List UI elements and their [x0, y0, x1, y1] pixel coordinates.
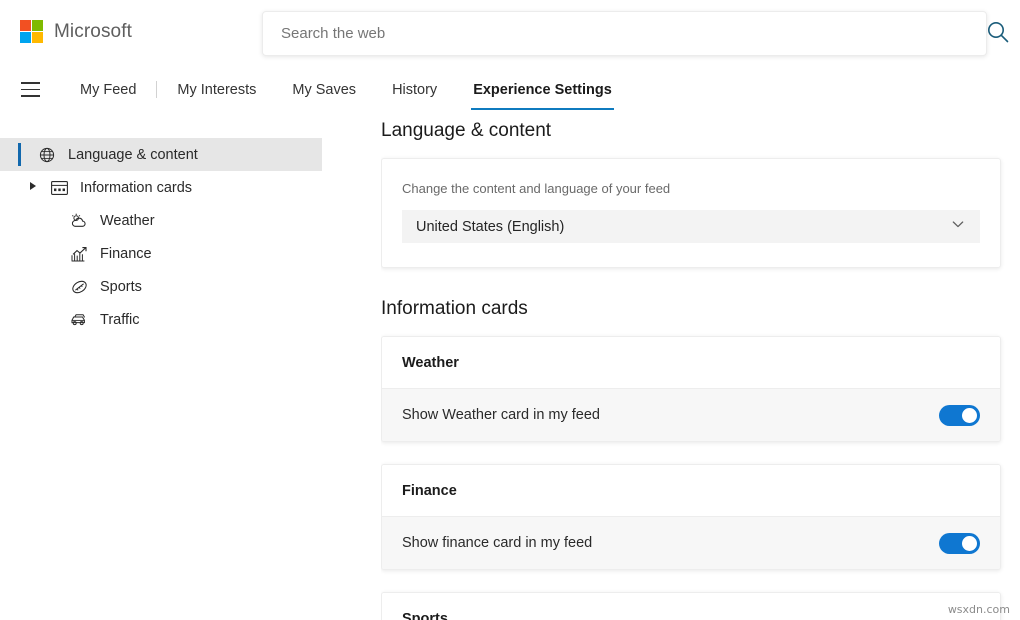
sidebar-item-finance[interactable]: Finance [0, 237, 381, 270]
sidebar-item-label: Language & content [68, 147, 198, 163]
nav-item-history[interactable]: History [390, 76, 439, 104]
nav-item-my-saves[interactable]: My Saves [290, 76, 358, 104]
weather-toggle[interactable] [939, 405, 980, 426]
nav-item-experience-settings[interactable]: Experience Settings [471, 76, 614, 104]
sidebar-item-information-cards[interactable]: Information cards [0, 171, 381, 204]
hamburger-icon[interactable] [14, 74, 46, 106]
finance-setting-card: Finance Show finance card in my feed [381, 464, 1001, 570]
microsoft-logo[interactable]: Microsoft [20, 20, 132, 43]
sports-card-title: Sports [382, 593, 1000, 620]
finance-card-title: Finance [382, 465, 1000, 517]
watermark: wsxdn.com [948, 603, 1010, 616]
weather-setting-card: Weather Show Weather card in my feed [381, 336, 1001, 442]
sidebar-item-label: Weather [100, 213, 155, 229]
search-input[interactable] [263, 12, 986, 55]
traffic-icon [68, 310, 90, 330]
sidebar-item-sports[interactable]: Sports [0, 270, 381, 303]
finance-icon [68, 244, 90, 264]
information-cards-title: Information cards [381, 298, 1020, 320]
cards-icon [48, 178, 70, 198]
chevron-down-icon[interactable] [950, 216, 966, 237]
weather-icon [68, 211, 90, 231]
sidebar-item-traffic[interactable]: Traffic [0, 303, 381, 336]
sidebar-item-language-content[interactable]: Language & content [0, 138, 322, 171]
settings-sidebar: Language & content Information cards [0, 112, 381, 620]
nav-item-my-feed[interactable]: My Feed [78, 76, 138, 104]
nav-item-my-interests[interactable]: My Interests [175, 76, 258, 104]
language-field-label: Change the content and language of your … [402, 181, 980, 196]
finance-toggle-label: Show finance card in my feed [402, 535, 592, 551]
weather-toggle-row: Show Weather card in my feed [382, 389, 1000, 441]
language-select-value: United States (English) [416, 219, 564, 235]
search-icon[interactable] [980, 14, 1016, 50]
information-cards-list: Weather Show Weather card in my feed Fin… [381, 336, 1020, 620]
sports-setting-card: Sports [381, 592, 1001, 620]
sidebar-item-label: Sports [100, 279, 142, 295]
globe-icon [36, 145, 58, 165]
finance-toggle[interactable] [939, 533, 980, 554]
toggle-knob [962, 536, 977, 551]
page-title: Language & content [381, 120, 1020, 142]
page-body: Language & content Information cards [0, 112, 1020, 620]
chevron-right-icon[interactable] [30, 182, 36, 190]
top-header: Microsoft [0, 0, 1020, 67]
weather-toggle-label: Show Weather card in my feed [402, 407, 600, 423]
sidebar-item-label: Information cards [80, 180, 192, 196]
microsoft-logo-icon [20, 20, 43, 43]
weather-card-title: Weather [382, 337, 1000, 389]
settings-content: Language & content Change the content an… [381, 112, 1020, 620]
brand-name: Microsoft [54, 21, 132, 43]
nav-divider [156, 81, 157, 98]
main-navigation: My Feed My Interests My Saves History Ex… [0, 67, 1020, 112]
sports-icon [68, 277, 90, 297]
language-card: Change the content and language of your … [381, 158, 1001, 268]
sidebar-item-label: Traffic [100, 312, 139, 328]
finance-toggle-row: Show finance card in my feed [382, 517, 1000, 569]
language-select[interactable]: United States (English) [402, 210, 980, 243]
sidebar-item-weather[interactable]: Weather [0, 204, 381, 237]
search-box[interactable] [262, 11, 987, 56]
sidebar-item-label: Finance [100, 246, 152, 262]
toggle-knob [962, 408, 977, 423]
